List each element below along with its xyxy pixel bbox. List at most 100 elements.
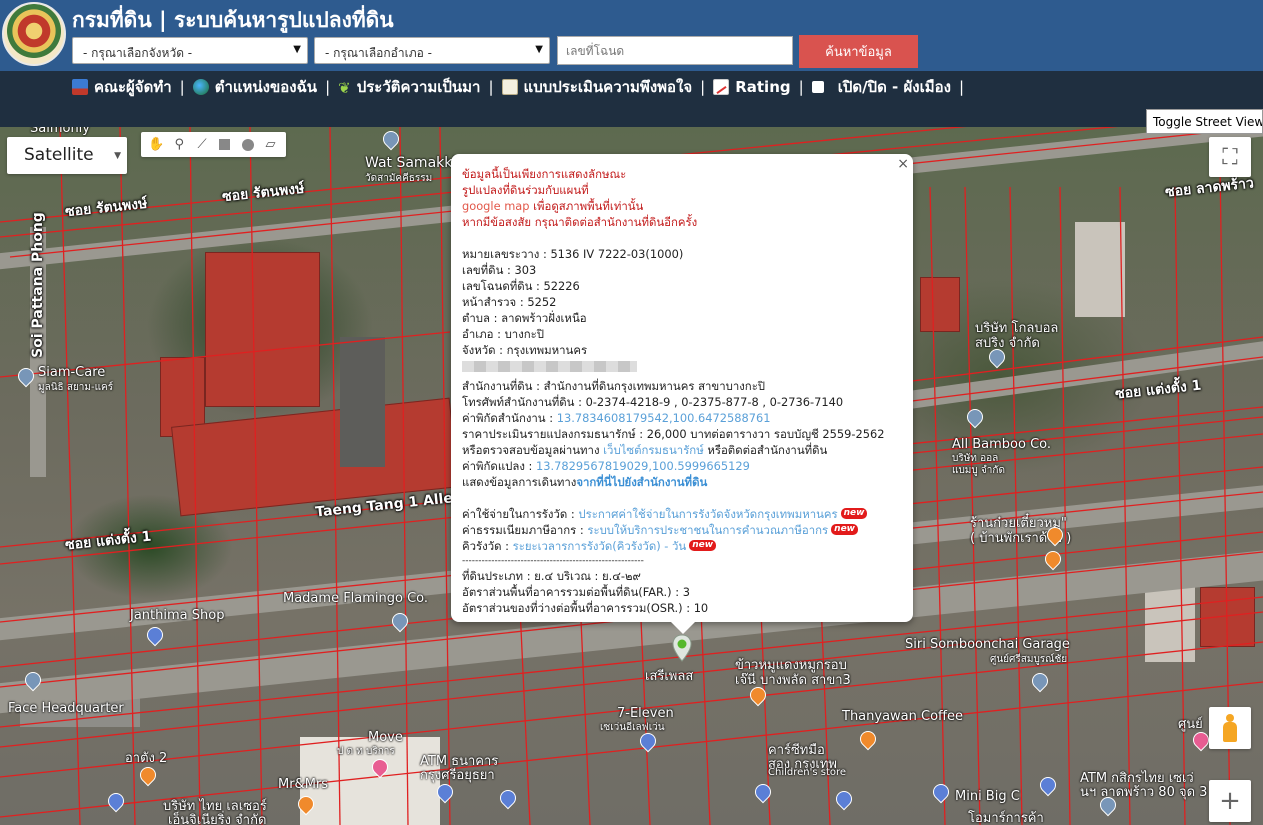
- field-label: เลขโฉนดที่ดิน: [462, 279, 533, 293]
- nav-item-team[interactable]: คณะผู้จัดทำ: [72, 75, 172, 99]
- nav-separator: |: [179, 78, 185, 96]
- road-label: Soi Pattana Phong: [29, 212, 46, 358]
- info-row-land-office: สำนักงานที่ดิน : สำนักงานที่ดินกรุงเทพมห…: [462, 379, 766, 393]
- field-value: 0-2374-4218-9 , 0-2375-877-8 , 0-2736-71…: [585, 395, 844, 409]
- chevron-down-icon: ▼: [535, 44, 543, 55]
- field-value: 303: [514, 263, 537, 277]
- route-to-office-link[interactable]: จากที่นี่ไปยังสำนักงานที่ดิน: [576, 475, 707, 489]
- field-label: โทรศัพท์สำนักงานที่ดิน: [462, 395, 575, 409]
- disclaimer-line: รูปแปลงที่ดินร่วมกับแผนที่: [462, 183, 589, 197]
- nav-item-label: คณะผู้จัดทำ: [94, 78, 172, 96]
- nav-item-label: ประวัติความเป็นมา: [356, 78, 481, 96]
- marker-tool-icon[interactable]: ⚲: [170, 136, 188, 154]
- hand-icon[interactable]: ✋: [147, 136, 165, 154]
- nav-separator: |: [958, 78, 965, 96]
- street-view-pegman-button[interactable]: [1209, 707, 1251, 749]
- field-label: ค่าใช้จ่ายในการรังวัด: [462, 507, 568, 521]
- chevron-down-icon: ▼: [114, 151, 121, 161]
- district-select-value: - กรุณาเลือกอำเภอ -: [325, 46, 432, 60]
- tax-calculation-link[interactable]: ระบบให้บริการประชาชนในการคำนวณภาษีอากร: [587, 523, 828, 537]
- map-label: Thanyawan Coffee: [842, 709, 963, 724]
- plus-icon: +: [1219, 786, 1241, 816]
- nav-item-survey[interactable]: แบบประเมินความพึงพอใจ: [501, 75, 692, 99]
- map-label: โอมาร์การค้า: [968, 811, 1044, 825]
- parcel-coordinate-link[interactable]: 13.7829567819029,100.5999665129: [536, 459, 750, 473]
- field-label: จังหวัด: [462, 343, 496, 357]
- app-title: กรมที่ดิน | ระบบค้นหารูปแปลงที่ดิน: [72, 8, 394, 32]
- divider: ----------------------------------------…: [462, 556, 644, 566]
- nav-separator: |: [798, 78, 804, 96]
- field-value: 26,000 บาทต่อตารางวา รอบบัญชี 2559-2562: [646, 427, 885, 441]
- field-label: ตำบล: [462, 311, 491, 325]
- nav-separator: |: [325, 78, 331, 96]
- field-label: เลขที่ดิน: [462, 263, 504, 277]
- map-label: Salmonly: [30, 127, 90, 136]
- info-row-survey-fee: ค่าใช้จ่ายในการรังวัด : ประกาศค่าใช้จ่าย…: [462, 506, 901, 522]
- field-value: กรุงเทพมหานคร: [506, 343, 588, 357]
- google-map-text: google map: [462, 199, 530, 213]
- new-badge: new: [689, 540, 717, 551]
- map-label: Face Headquarter: [8, 701, 124, 716]
- field-value: สำนักงานที่ดินกรุงเทพมหานคร สาขาบางกะปิ: [543, 379, 766, 393]
- province-select[interactable]: - กรุณาเลือกจังหวัด - ▼: [72, 37, 308, 64]
- info-row-route: แสดงข้อมูลการเดินทางจากที่นี่ไปยังสำนักง…: [462, 474, 901, 490]
- field-label: อำเภอ: [462, 327, 494, 341]
- map-label: อาตัง 2: [125, 751, 168, 766]
- map-label: Mr&Mrs: [278, 777, 329, 792]
- polyline-tool-icon[interactable]: ⟋: [193, 136, 211, 154]
- field-label: ค่าพิกัดสำนักงาน: [462, 411, 546, 425]
- nav-item-label: ตำแหน่งของฉัน: [214, 78, 318, 96]
- info-row-far: อัตราส่วนพื้นที่อาคารรวมต่อพื้นที่ดิน(FA…: [462, 585, 690, 599]
- department-seal-logo: [2, 2, 66, 66]
- map-label: ศูนย์ศรีสมบูรณ์ชัย: [990, 654, 1068, 665]
- nav-item-zoning-toggle[interactable]: เปิด/ปิด - ผังเมือง: [811, 75, 951, 99]
- fullscreen-icon: ⛶: [1222, 144, 1238, 170]
- map-label: Madame Flamingo Co.: [283, 591, 429, 606]
- map-label: นฯ ลาดพร้าว 80 จุด 3: [1080, 785, 1208, 800]
- field-label: หน้าสำรวจ: [462, 295, 517, 309]
- field-label: ค่าธรรมเนียมภาษีอากร: [462, 523, 577, 537]
- treasury-website-link[interactable]: เว็บไซต์กรมธนารักษ์: [603, 443, 704, 457]
- survey-queue-link[interactable]: ระยะเวลารการรังวัด(คิวรังวัด) - วัน: [513, 539, 687, 553]
- nav-item-my-location[interactable]: ตำแหน่งของฉัน: [192, 75, 318, 99]
- info-row-tax-fee: ค่าธรรมเนียมภาษีอากร : ระบบให้บริการประช…: [462, 522, 901, 538]
- info-row-parcel-no: เลขที่ดิน : 303: [462, 263, 537, 277]
- nav-item-history[interactable]: ❦ ประวัติความเป็นมา: [338, 75, 480, 99]
- pegman-body: [1223, 722, 1237, 742]
- new-badge: new: [831, 524, 858, 535]
- nav-separator: |: [700, 78, 706, 96]
- search-button[interactable]: ค้นหาข้อมูล: [799, 35, 918, 68]
- field-label: ที่ดินประเภท: [462, 569, 524, 583]
- checkbox-icon[interactable]: [811, 81, 824, 93]
- map-label: แบมบู จำกัด: [952, 465, 1005, 476]
- map-label: กรุงศรีอยุธยา: [420, 768, 495, 783]
- pegman-icon: [1226, 714, 1234, 722]
- district-select[interactable]: - กรุณาเลือกอำเภอ - ▼: [314, 37, 550, 64]
- map-label: Janthima Shop: [130, 608, 225, 623]
- field-value: บางกะปิ: [504, 327, 545, 341]
- zoom-in-button[interactable]: +: [1209, 780, 1251, 822]
- map-label: เอ็นจิเนียริ่ง จำกัด: [168, 813, 267, 825]
- rectangle-tool-icon[interactable]: [216, 136, 234, 154]
- info-row-office-coord: ค่าพิกัดสำนักงาน : 13.7834608179542,100.…: [462, 411, 771, 425]
- team-icon: [72, 79, 88, 95]
- close-icon[interactable]: ×: [897, 156, 909, 172]
- app-header: กรมที่ดิน | ระบบค้นหารูปแปลงที่ดิน - กรุ…: [0, 0, 1263, 71]
- info-row-zoning: ที่ดินประเภท : ย.๔ บริเวณ : ย.๔-๒๙: [462, 569, 641, 583]
- parcel-marker-icon[interactable]: [672, 634, 692, 662]
- map-label: วัดสามัคคีธรรม: [365, 173, 433, 184]
- disclaimer-line: เพื่อดูสภาพพื้นที่เท่านั้น: [533, 199, 644, 213]
- deed-number-input[interactable]: [557, 36, 793, 65]
- polygon-tool-icon[interactable]: ▱: [262, 136, 280, 154]
- sprout-icon: ❦: [338, 79, 351, 97]
- circle-tool-icon[interactable]: [239, 136, 257, 154]
- office-coordinate-link[interactable]: 13.7834608179542,100.6472588761: [557, 411, 771, 425]
- field-label: หมายเลขระวาง: [462, 247, 540, 261]
- survey-fee-link[interactable]: ประกาศค่าใช้จ่ายในการรังวัดจังหวัดกรุงเท…: [578, 507, 837, 521]
- basemap-type-select[interactable]: Satellite ▼: [7, 137, 127, 174]
- field-label: ราคาประเมินรายแปลงกรมธนารักษ์: [462, 427, 636, 441]
- field-label: อัตราส่วนของที่ว่างต่อพื้นที่อาคารรวม(OS…: [462, 601, 683, 615]
- fullscreen-button[interactable]: ⛶: [1209, 137, 1251, 177]
- toggle-street-view-button[interactable]: Toggle Street View: [1146, 109, 1263, 134]
- nav-item-rating[interactable]: Rating: [713, 78, 791, 96]
